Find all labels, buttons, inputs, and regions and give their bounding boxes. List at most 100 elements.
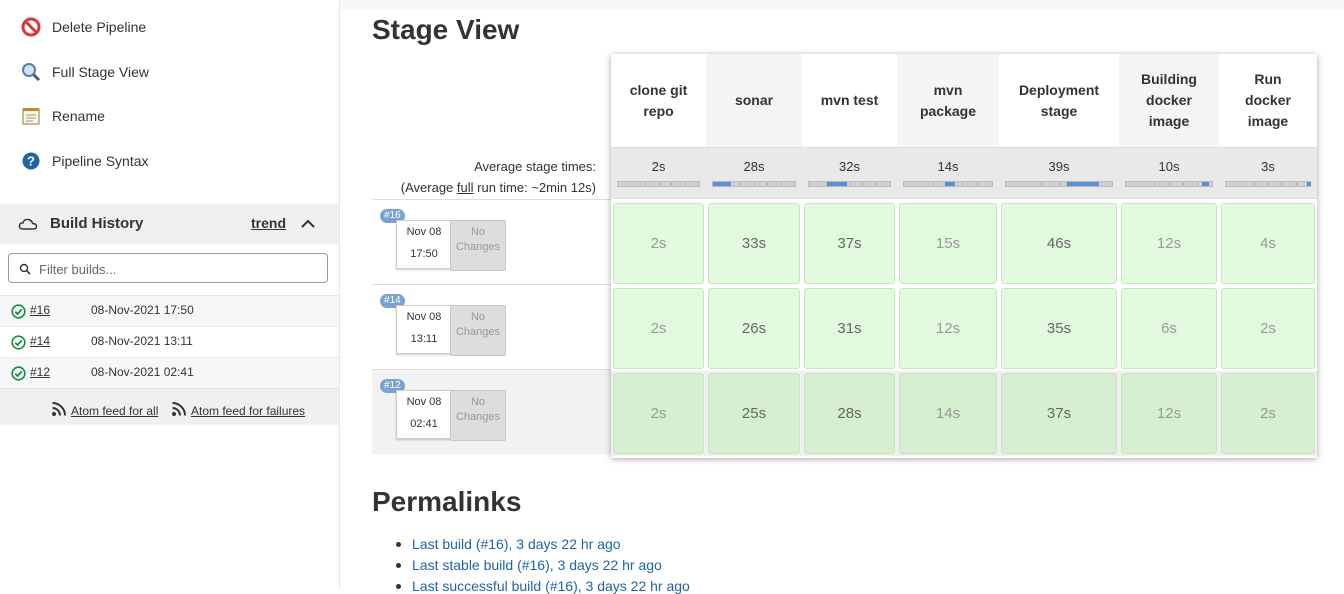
stage-average-fill — [827, 182, 847, 186]
stage-duration-cell[interactable]: 37s — [804, 203, 895, 284]
stage-average-fill — [1307, 182, 1311, 186]
stage-duration-cell[interactable]: 2s — [613, 288, 704, 369]
stage-duration-cell[interactable]: 37s — [1001, 373, 1117, 454]
sidebar: Delete Pipeline Full Stage View Rename ?… — [0, 0, 340, 589]
stage-average-cell: 3s — [1219, 147, 1317, 199]
full-stage-view-link[interactable]: Full Stage View — [20, 60, 149, 84]
stage-duration-cell[interactable]: 35s — [1001, 288, 1117, 369]
collapse-chevron-up-icon[interactable] — [298, 214, 318, 234]
stage-header: Run docker image — [1219, 54, 1317, 147]
stage-header-line: Deployment — [1018, 81, 1100, 98]
stage-average-progress-bar — [1125, 181, 1213, 187]
run-date-box: Nov 08 02:41 — [396, 390, 452, 439]
stage-header: clone git repo — [611, 54, 706, 147]
run-info-panel: #16 Nov 08 17:50 No Changes — [372, 199, 611, 284]
bullet — [396, 584, 401, 589]
stage-duration-cell[interactable]: 26s — [708, 288, 800, 369]
run-changes-box[interactable]: No Changes — [450, 220, 506, 271]
stage-header-line: docker — [1245, 92, 1291, 108]
rename-link[interactable]: Rename — [20, 104, 105, 128]
stage-average-cell: 10s — [1119, 147, 1219, 199]
stage-duration-cell[interactable]: 31s — [804, 288, 895, 369]
stage-duration-cell[interactable]: 15s — [899, 203, 997, 284]
stage-header: Deployment stage — [999, 54, 1119, 147]
rss-icon — [171, 401, 187, 420]
delete-icon — [20, 16, 42, 38]
help-icon: ? — [20, 150, 42, 172]
filter-builds-box — [8, 253, 328, 283]
full-stage-view-label: Full Stage View — [52, 64, 150, 80]
stage-duration-cell[interactable]: 33s — [708, 203, 800, 284]
run-changes-text: Changes — [455, 411, 501, 423]
run-date-box: Nov 08 13:11 — [396, 305, 452, 354]
stage-duration-cell[interactable]: 28s — [804, 373, 895, 454]
notepad-icon — [20, 105, 42, 127]
stage-duration-cell[interactable]: 6s — [1121, 288, 1217, 369]
stage-average-progress-bar — [617, 181, 700, 187]
stage-header-line: mvn — [933, 81, 963, 98]
run-changes-text: No — [470, 226, 486, 238]
stage-header-line: image — [1247, 113, 1289, 129]
stage-average-progress-bar — [712, 181, 796, 187]
pipeline-syntax-label: Pipeline Syntax — [52, 153, 149, 169]
stage-average-time: 32s — [839, 159, 860, 174]
stage-average-fill — [1067, 182, 1099, 186]
avg-run-prefix: (Average — [400, 180, 457, 195]
atom-feed-failures-link[interactable]: Atom feed for failures — [171, 401, 305, 420]
stage-header: mvn test — [802, 54, 897, 147]
stage-duration-cell[interactable]: 2s — [613, 203, 704, 284]
run-time: 17:50 — [410, 248, 438, 260]
build-number-link[interactable]: #16 — [30, 303, 50, 317]
bullet — [396, 563, 401, 568]
stage-duration-cell[interactable]: 12s — [1121, 203, 1217, 284]
build-row: #12 08-Nov-2021 02:41 — [0, 357, 339, 388]
stage-duration-cell[interactable]: 4s — [1221, 203, 1315, 284]
stage-header-line: mvn test — [820, 92, 879, 108]
permalink-text: Last build (#16), 3 days 22 hr ago — [412, 536, 621, 552]
stage-duration-cell[interactable]: 12s — [1121, 373, 1217, 454]
stage-header-line: repo — [643, 102, 674, 119]
build-number-link[interactable]: #14 — [30, 334, 50, 348]
trend-link[interactable]: trend — [251, 215, 286, 231]
stage-duration-cell[interactable]: 2s — [1221, 373, 1315, 454]
atom-feed-failures-label: Atom feed for failures — [191, 403, 306, 418]
stage-duration-cell[interactable]: 12s — [899, 288, 997, 369]
stage-header: mvn package — [897, 54, 999, 147]
stage-average-progress-bar — [808, 181, 891, 187]
rename-label: Rename — [52, 108, 105, 124]
run-changes-box[interactable]: No Changes — [450, 305, 506, 356]
average-run-time-label: (Average full run time: ~2min 12s) — [401, 180, 596, 195]
pipeline-syntax-link[interactable]: ? Pipeline Syntax — [20, 149, 149, 173]
stage-average-time: 2s — [651, 159, 666, 174]
filter-builds-area — [0, 244, 339, 295]
run-time: 13:11 — [410, 333, 438, 345]
stage-average-cell: 14s — [897, 147, 999, 199]
stage-duration-cell[interactable]: 46s — [1001, 203, 1117, 284]
stage-average-progress-bar — [903, 181, 993, 187]
permalinks-title: Permalinks — [372, 486, 522, 517]
build-row: #16 08-Nov-2021 17:50 — [0, 295, 339, 326]
stage-duration-cell[interactable]: 14s — [899, 373, 997, 454]
run-date: Nov 08 — [406, 311, 442, 323]
delete-pipeline-link[interactable]: Delete Pipeline — [20, 15, 146, 39]
build-number-link[interactable]: #12 — [30, 365, 50, 379]
run-changes-box[interactable]: No Changes — [450, 390, 506, 441]
stage-header-line: clone git — [629, 81, 688, 98]
full-run-link[interactable]: full — [457, 180, 474, 195]
stage-average-progress-bar — [1005, 181, 1113, 187]
stage-duration-cell[interactable]: 2s — [613, 373, 704, 454]
stage-header-line: Run — [1254, 71, 1282, 87]
filter-builds-input[interactable] — [37, 258, 321, 280]
run-info-panel: #14 Nov 08 13:11 No Changes — [372, 284, 611, 369]
stage-duration-cell[interactable]: 2s — [1221, 288, 1315, 369]
atom-feed-all-link[interactable]: Atom feed for all — [51, 401, 158, 420]
stage-view-title: Stage View — [372, 14, 520, 45]
stage-duration-cell[interactable]: 25s — [708, 373, 800, 454]
search-icon — [19, 262, 31, 280]
run-changes-text: Changes — [455, 326, 501, 338]
success-check-icon — [11, 304, 26, 324]
magnifier-icon — [20, 61, 42, 83]
run-date: Nov 08 — [406, 226, 442, 238]
atom-feeds-bar: Atom feed for all Atom feed for failures — [0, 388, 339, 425]
build-date: 08-Nov-2021 13:11 — [91, 334, 193, 348]
